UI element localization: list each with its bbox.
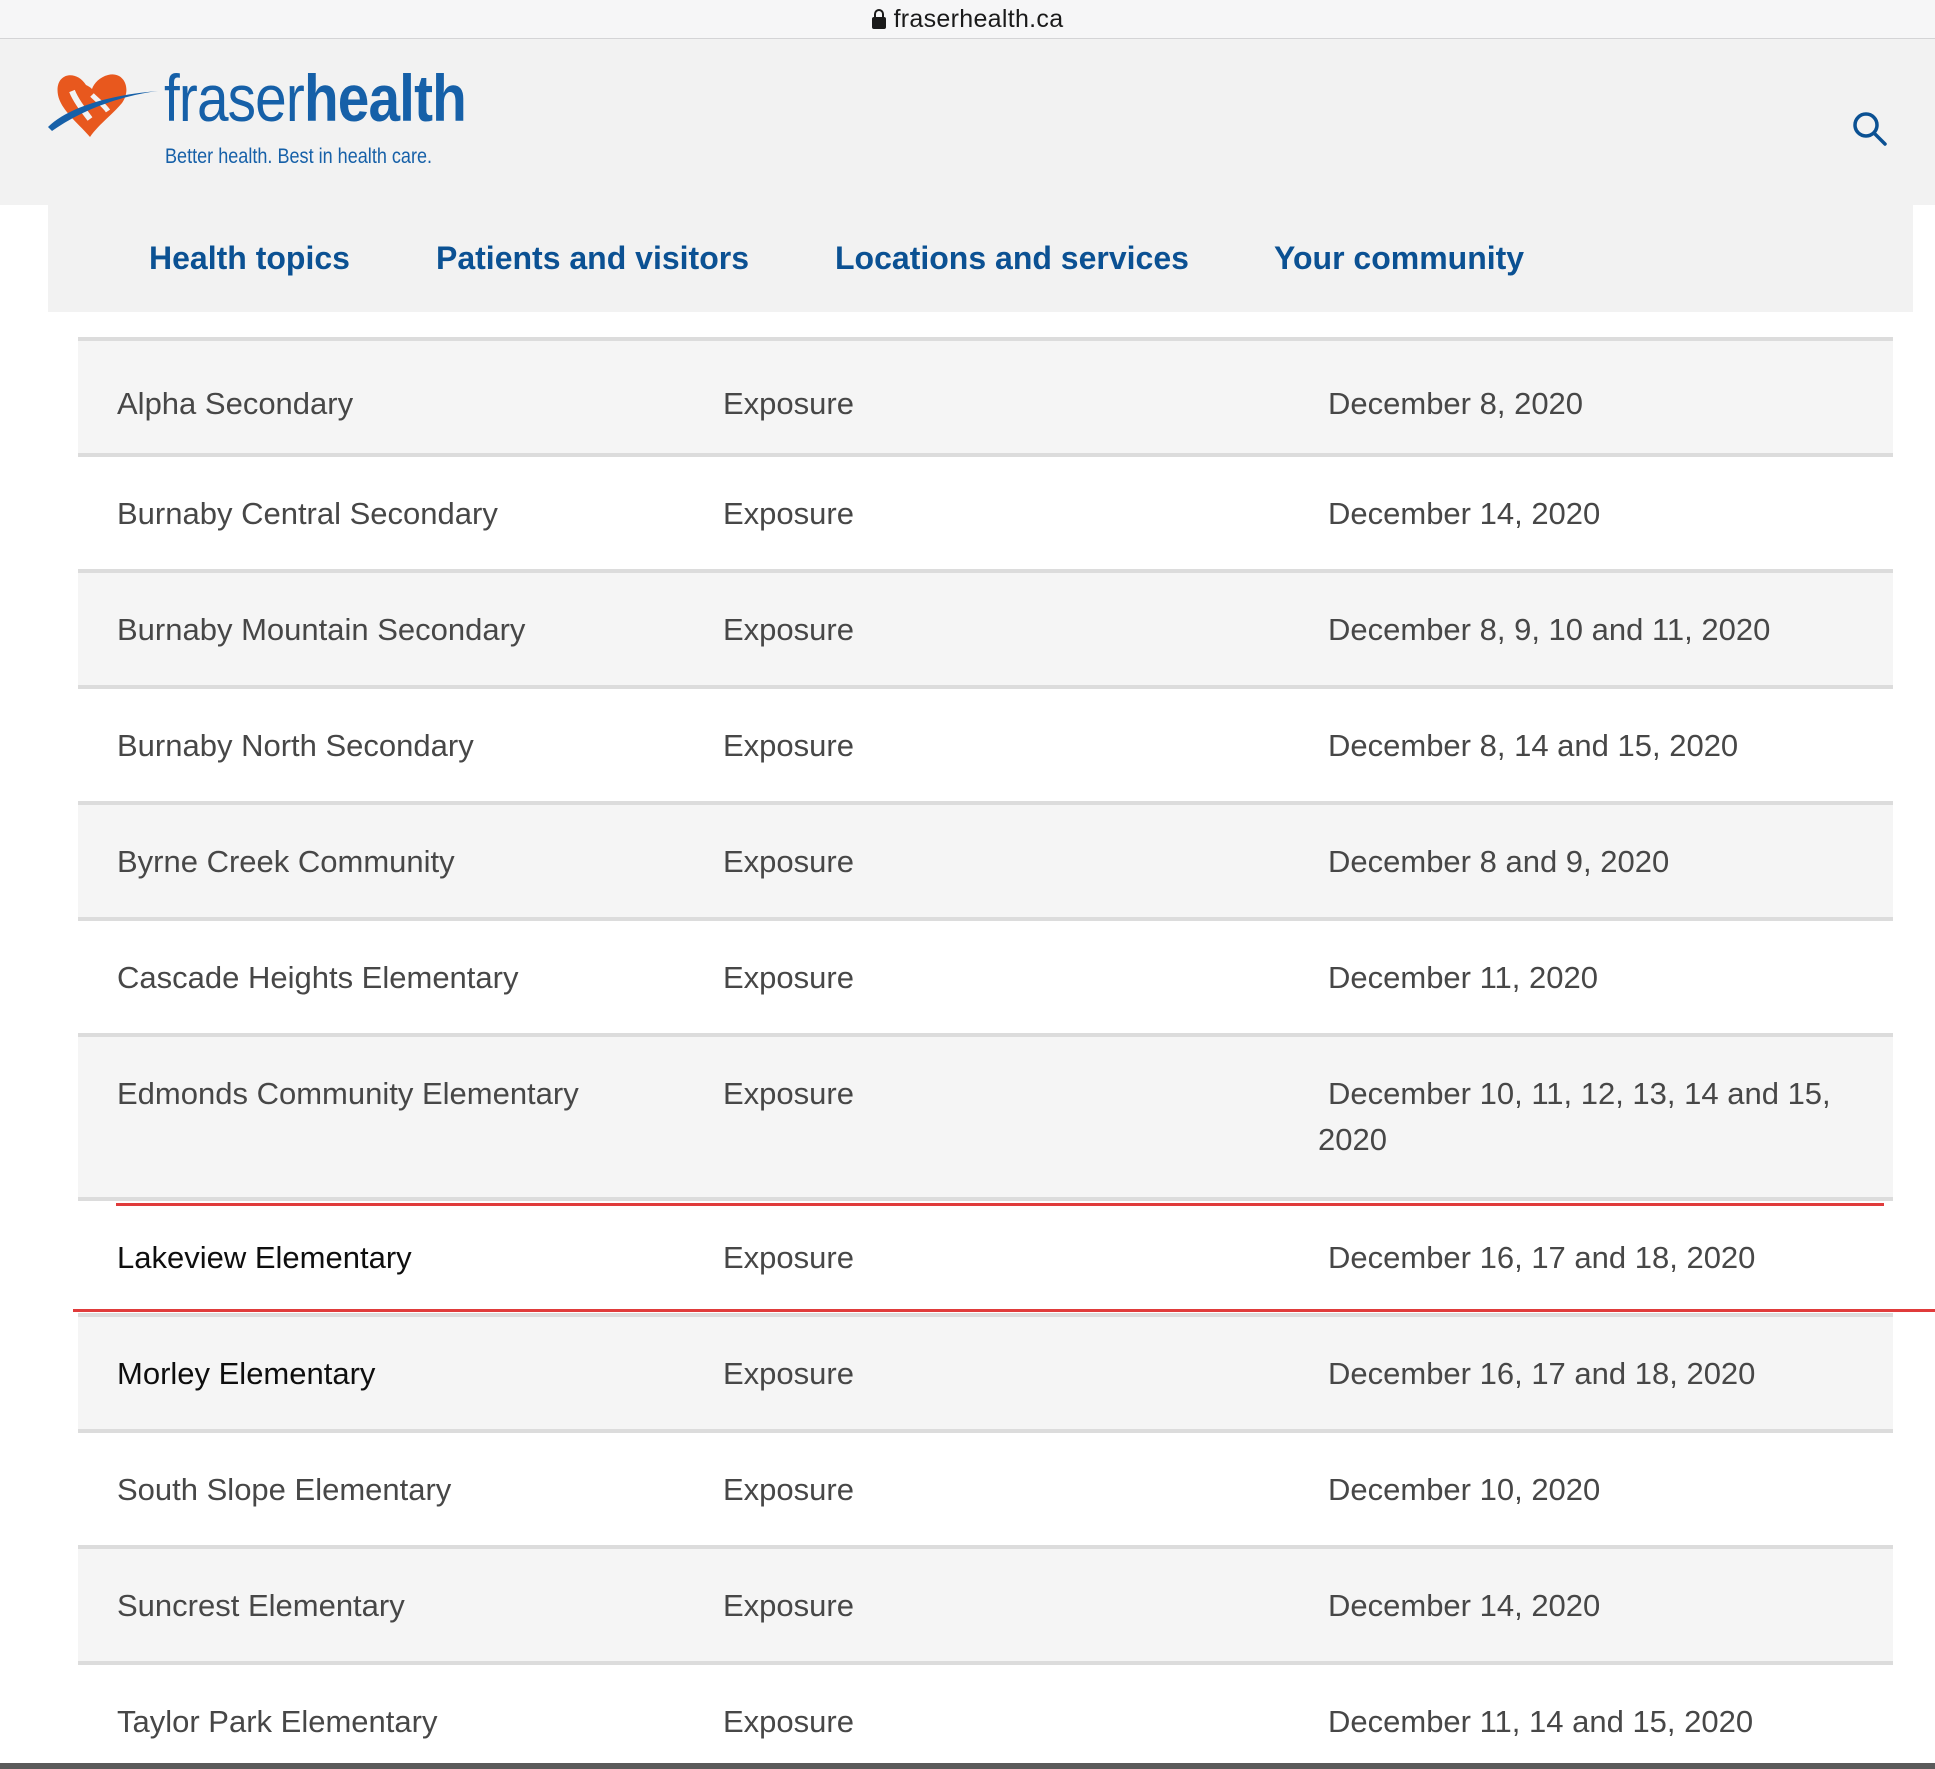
table-row: Edmonds Community Elementary Exposure De… — [78, 1033, 1893, 1197]
logo-word-bold: health — [303, 61, 467, 135]
exposure-dates: December 14, 2020 — [1328, 496, 1601, 531]
exposure-status: Exposure — [723, 1356, 854, 1391]
nav-health-topics[interactable]: Health topics — [149, 205, 350, 312]
school-exposures-table: Alpha Secondary Exposure December 8, 202… — [78, 337, 1893, 1761]
table-row: Byrne Creek Community Exposure December … — [78, 801, 1893, 917]
table-row: Morley Elementary Exposure December 16, … — [78, 1313, 1893, 1429]
exposure-dates: December 8, 9, 10 and 11, 2020 — [1328, 612, 1771, 647]
table-row: Burnaby North Secondary Exposure Decembe… — [78, 685, 1893, 801]
exposure-status: Exposure — [723, 496, 854, 531]
exposure-status: Exposure — [723, 960, 854, 995]
school-name: Taylor Park Elementary — [117, 1704, 438, 1739]
school-name: Morley Elementary — [117, 1356, 376, 1391]
fraserhealth-logo[interactable]: fraserhealth Better health. Best in heal… — [46, 65, 467, 185]
table-row: Cascade Heights Elementary Exposure Dece… — [78, 917, 1893, 1033]
exposure-dates: December 14, 2020 — [1328, 1588, 1601, 1623]
school-name: Burnaby North Secondary — [117, 728, 474, 763]
exposure-status: Exposure — [723, 1076, 854, 1111]
school-name: Suncrest Elementary — [117, 1588, 405, 1623]
school-name: Edmonds Community Elementary — [117, 1076, 579, 1111]
table-row: Alpha Secondary Exposure December 8, 202… — [78, 337, 1893, 453]
logo-word-regular: fraser — [164, 61, 305, 135]
url-text: fraserhealth.ca — [893, 4, 1064, 33]
site-header: fraserhealth Better health. Best in heal… — [0, 39, 1935, 205]
table-row: South Slope Elementary Exposure December… — [78, 1429, 1893, 1545]
nav-your-community[interactable]: Your community — [1274, 205, 1524, 312]
school-name: Cascade Heights Elementary — [117, 960, 519, 995]
table-row: Taylor Park Elementary Exposure December… — [78, 1661, 1893, 1761]
table-row: Suncrest Elementary Exposure December 14… — [78, 1545, 1893, 1661]
search-button[interactable] — [1850, 109, 1890, 149]
table-row: Burnaby Mountain Secondary Exposure Dece… — [78, 569, 1893, 685]
exposure-dates: December 8, 14 and 15, 2020 — [1328, 728, 1739, 763]
exposure-dates: December 10, 2020 — [1328, 1472, 1601, 1507]
school-name: Burnaby Central Secondary — [117, 496, 498, 531]
school-name: Lakeview Elementary — [117, 1240, 412, 1275]
exposure-status: Exposure — [723, 728, 854, 763]
exposure-status: Exposure — [723, 1240, 854, 1275]
exposure-dates: December 11, 14 and 15, 2020 — [1328, 1704, 1754, 1739]
exposure-dates: December 16, 17 and 18, 2020 — [1328, 1356, 1756, 1391]
school-name: Alpha Secondary — [117, 386, 354, 421]
logo-wordmark: fraserhealth — [164, 65, 467, 131]
highlight-line-bottom — [73, 1309, 1935, 1312]
exposure-dates: December 8, 2020 — [1328, 386, 1584, 421]
logo-tagline: Better health. Best in health care. — [165, 145, 433, 168]
school-name: Byrne Creek Community — [117, 844, 455, 879]
exposure-status: Exposure — [723, 844, 854, 879]
exposure-status: Exposure — [723, 612, 854, 647]
table-row-highlighted: Lakeview Elementary Exposure December 16… — [78, 1197, 1893, 1313]
school-name: Burnaby Mountain Secondary — [117, 612, 526, 647]
exposure-dates: December 10, 11, 12, 13, 14 and 15, 2020 — [1318, 1076, 1831, 1157]
heart-logo-icon — [48, 74, 158, 137]
nav-patients-and-visitors[interactable]: Patients and visitors — [436, 205, 749, 312]
highlight-line-top — [116, 1203, 1884, 1206]
search-icon — [1853, 112, 1887, 146]
exposure-status: Exposure — [723, 1704, 854, 1739]
main-nav: Health topics Patients and visitors Loca… — [48, 205, 1913, 312]
exposure-status: Exposure — [723, 386, 854, 421]
exposure-status: Exposure — [723, 1472, 854, 1507]
school-name: South Slope Elementary — [117, 1472, 452, 1507]
nav-locations-and-services[interactable]: Locations and services — [835, 205, 1189, 312]
browser-url-bar[interactable]: fraserhealth.ca — [0, 0, 1935, 39]
lock-icon — [871, 9, 886, 29]
bottom-toolbar-edge — [0, 1763, 1935, 1769]
exposure-status: Exposure — [723, 1588, 854, 1623]
table-row: Burnaby Central Secondary Exposure Decem… — [78, 453, 1893, 569]
exposure-dates: December 11, 2020 — [1328, 960, 1598, 995]
exposure-dates: December 16, 17 and 18, 2020 — [1328, 1240, 1756, 1275]
exposure-dates: December 8 and 9, 2020 — [1328, 844, 1670, 879]
